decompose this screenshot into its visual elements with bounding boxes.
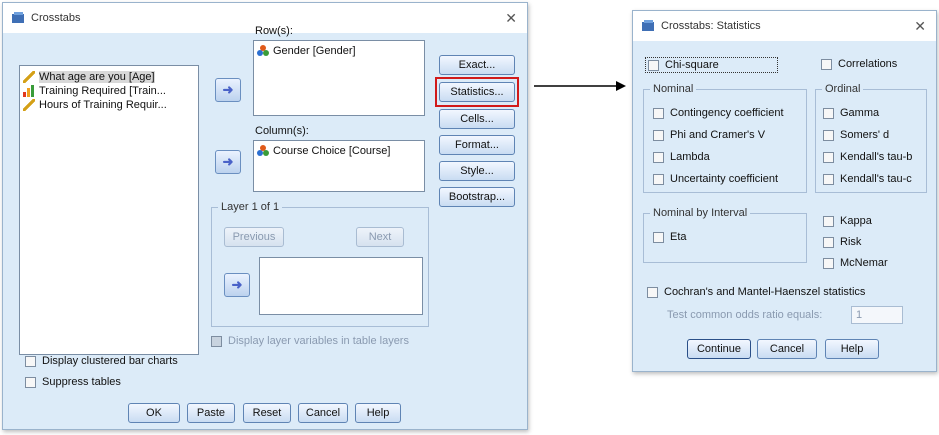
columns-item-course[interactable]: Course Choice [Course] — [254, 144, 424, 158]
close-icon[interactable]: ✕ — [914, 18, 926, 35]
variable-item-hours-training[interactable]: Hours of Training Requir... — [20, 98, 198, 112]
ruler-icon — [23, 71, 35, 83]
cells-button[interactable]: Cells... — [439, 109, 515, 129]
rows-list[interactable]: Gender [Gender] — [253, 40, 425, 116]
right-arrow-icon: ➜ — [222, 154, 234, 169]
kappa-checkbox[interactable]: Kappa — [823, 215, 872, 227]
variable-list[interactable]: What age are you [Age] Training Required… — [19, 65, 199, 355]
ruler-icon — [23, 99, 35, 111]
somers-d-checkbox[interactable]: Somers' d — [823, 129, 889, 141]
statistics-title: Crosstabs: Statistics — [661, 20, 761, 32]
crosstabs-app-icon — [11, 11, 25, 25]
rows-label: Row(s): — [255, 25, 293, 37]
continue-button[interactable]: Continue — [687, 339, 751, 359]
contingency-checkbox[interactable]: Contingency coefficient — [653, 107, 784, 119]
format-button[interactable]: Format... — [439, 135, 515, 155]
move-to-layer-button[interactable]: ➜ — [224, 273, 250, 297]
phi-cramer-checkbox[interactable]: Phi and Cramer's V — [653, 129, 765, 141]
kendall-tau-c-checkbox[interactable]: Kendall's tau-c — [823, 173, 912, 185]
gamma-checkbox[interactable]: Gamma — [823, 107, 879, 119]
bootstrap-button[interactable]: Bootstrap... — [439, 187, 515, 207]
risk-checkbox[interactable]: Risk — [823, 236, 861, 248]
nominal-icon — [257, 45, 269, 57]
style-button[interactable]: Style... — [439, 161, 515, 181]
odds-ratio-label: Test common odds ratio equals: — [667, 309, 823, 321]
uncertainty-checkbox[interactable]: Uncertainty coefficient — [653, 173, 778, 185]
help-button[interactable]: Help — [355, 403, 401, 423]
columns-list[interactable]: Course Choice [Course] — [253, 140, 425, 192]
odds-ratio-field[interactable]: 1 — [851, 306, 903, 324]
statistics-highlight — [435, 77, 519, 107]
move-to-columns-button[interactable]: ➜ — [215, 150, 241, 174]
variable-item-training-required[interactable]: Training Required [Train... — [20, 84, 198, 98]
cancel-button[interactable]: Cancel — [757, 339, 817, 359]
close-icon[interactable]: ✕ — [505, 10, 517, 27]
right-arrow-icon: ➜ — [231, 277, 243, 292]
cochran-checkbox[interactable]: Cochran's and Mantel-Haenszel statistics — [647, 286, 865, 298]
flow-arrow — [534, 81, 626, 91]
crosstabs-dialog: Crosstabs ✕ What age are you [Age] Train… — [2, 2, 528, 430]
correlations-checkbox[interactable]: Correlations — [821, 58, 897, 70]
variable-item-age[interactable]: What age are you [Age] — [20, 70, 198, 84]
reset-button[interactable]: Reset — [243, 403, 291, 423]
display-layer-checkbox[interactable]: Display layer variables in table layers — [211, 335, 409, 347]
move-to-rows-button[interactable]: ➜ — [215, 78, 241, 102]
lambda-checkbox[interactable]: Lambda — [653, 151, 710, 163]
nominal-icon — [257, 145, 269, 157]
rows-item-gender[interactable]: Gender [Gender] — [254, 44, 424, 58]
ok-button[interactable]: OK — [128, 403, 180, 423]
mcnemar-checkbox[interactable]: McNemar — [823, 257, 888, 269]
exact-button[interactable]: Exact... — [439, 55, 515, 75]
bar-chart-icon — [23, 85, 35, 97]
right-arrow-icon: ➜ — [222, 82, 234, 97]
paste-button[interactable]: Paste — [187, 403, 235, 423]
clustered-bar-checkbox[interactable]: Display clustered bar charts — [25, 355, 178, 367]
cancel-button[interactable]: Cancel — [298, 403, 348, 423]
layer-title: Layer 1 of 1 — [218, 201, 283, 213]
help-button[interactable]: Help — [825, 339, 879, 359]
layer-list[interactable] — [259, 257, 423, 315]
statistics-titlebar: Crosstabs: Statistics ✕ — [633, 11, 936, 41]
crosstabs-title: Crosstabs — [31, 12, 81, 24]
chi-square-checkbox[interactable]: Chi-square — [645, 57, 778, 73]
eta-checkbox[interactable]: Eta — [653, 231, 687, 243]
suppress-tables-checkbox[interactable]: Suppress tables — [25, 376, 121, 388]
columns-label: Column(s): — [255, 125, 309, 137]
next-button[interactable]: Next — [356, 227, 404, 247]
statistics-dialog: Crosstabs: Statistics ✕ Chi-square Corre… — [632, 10, 937, 372]
kendall-tau-b-checkbox[interactable]: Kendall's tau-b — [823, 151, 912, 163]
statistics-app-icon — [641, 19, 655, 33]
previous-button[interactable]: Previous — [224, 227, 284, 247]
